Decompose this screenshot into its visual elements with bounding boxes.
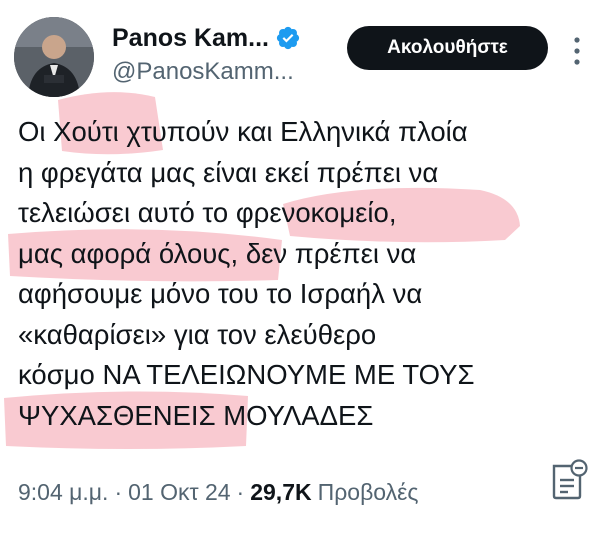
avatar[interactable] <box>14 17 94 97</box>
author-name-row: Panos Kam... <box>112 20 301 56</box>
tweet-text-line: κόσμο ΝΑ ΤΕΛΕΙΩΝΟΥΜΕ ΜΕ ΤΟΥΣ <box>18 359 475 390</box>
community-notes-icon[interactable] <box>548 458 588 502</box>
tweet-text: Οι Χούτι χτυπούν και Ελληνικά πλοία η φρ… <box>18 112 588 436</box>
views-label: Προβολές <box>317 478 419 505</box>
tweet-meta: 9:04 μ.μ. · 01 Οκτ 24 · 29,7K Προβολές <box>18 474 419 510</box>
tweet-text-line: «καθαρίσει» για τον ελεύθερο <box>18 318 377 350</box>
tweet-text-line: ΨΥΧΑΣΘΕΝΕΙΣ ΜΟΥΛΑΔΕΣ <box>18 399 374 431</box>
tweet-text-line: τελειώσει αυτό το φρενοκομείο, <box>18 197 397 228</box>
follow-button[interactable]: Ακολουθήστε <box>347 26 548 70</box>
author-handle[interactable]: @PanosKamm... <box>112 58 294 86</box>
tweet-text-line: Οι Χούτι χτυπούν και Ελληνικά πλοία <box>18 116 468 147</box>
tweet-time[interactable]: 9:04 μ.μ. <box>18 479 108 506</box>
tweet-text-line: η φρεγάτα μας είναι εκεί πρέπει να <box>18 156 439 188</box>
views-count: 29,7K <box>250 478 312 505</box>
more-options-icon[interactable] <box>572 36 582 66</box>
author-display-name[interactable]: Panos Kam... <box>112 24 269 53</box>
verified-badge-icon <box>276 26 300 50</box>
meta-separator: · <box>236 478 245 505</box>
tweet-header: Panos Kam... @PanosKamm... Ακολουθήστε <box>0 0 600 110</box>
tweet-date[interactable]: 01 Οκτ 24 <box>128 479 230 506</box>
tweet-text-line: μας αφορά όλους, δεν πρέπει να <box>18 237 417 269</box>
meta-separator: · <box>114 478 123 505</box>
tweet-text-line: αφήσουμε μόνο του το Ισραήλ να <box>18 278 423 309</box>
